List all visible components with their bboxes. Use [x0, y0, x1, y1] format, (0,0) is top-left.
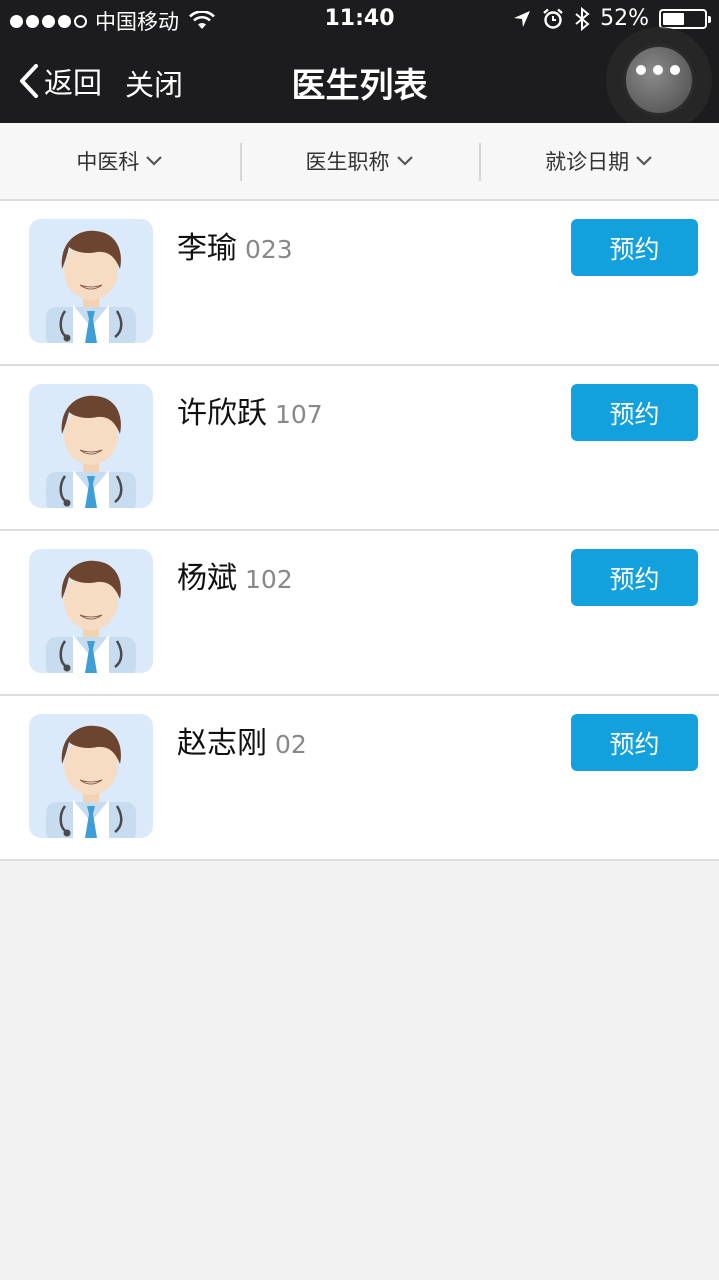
filter-label: 中医科 [76, 150, 140, 174]
doctor-id: 02 [275, 730, 307, 759]
doctor-avatar-icon [46, 725, 136, 838]
doctor-name-line: 杨斌 102 [177, 553, 293, 597]
floating-ball-icon [623, 44, 695, 116]
navigation-bar: 返回 关闭 医生列表 [0, 27, 719, 133]
doctor-avatar-icon [46, 395, 136, 508]
doctor-id: 023 [245, 235, 293, 264]
book-button[interactable]: 预约 [571, 714, 698, 771]
status-bar: 中国移动 11:40 52% [0, 0, 719, 40]
filter-bar: 中医科 医生职称 就诊日期 [0, 123, 719, 201]
doctor-avatar [29, 549, 153, 673]
list-item[interactable]: 李瑜 023 预约 [0, 201, 719, 366]
doctor-name: 李瑜 [177, 231, 237, 266]
filter-label: 就诊日期 [545, 150, 630, 174]
doctor-avatar [29, 384, 153, 508]
floating-menu-button[interactable] [606, 27, 712, 133]
doctor-name: 许欣跃 [177, 396, 267, 431]
location-arrow-icon [514, 10, 531, 27]
book-button[interactable]: 预约 [571, 549, 698, 606]
more-dots-icon [636, 65, 680, 75]
doctor-id: 107 [275, 400, 323, 429]
list-item[interactable]: 杨斌 102 预约 [0, 531, 719, 696]
chevron-down-icon [396, 156, 413, 166]
chevron-down-icon [636, 156, 652, 166]
status-right: 52% [512, 6, 711, 31]
book-button[interactable]: 预约 [571, 219, 698, 276]
doctor-id: 102 [245, 565, 293, 594]
doctor-name-line: 许欣跃 107 [177, 388, 323, 432]
battery-icon [659, 8, 711, 29]
filter-doctor-title[interactable]: 医生职称 [239, 123, 480, 199]
doctor-name: 杨斌 [177, 561, 237, 596]
doctor-name-line: 李瑜 023 [177, 223, 293, 267]
list-item[interactable]: 赵志刚 02 预约 [0, 696, 719, 861]
doctor-avatar-icon [46, 560, 136, 673]
doctor-list: 李瑜 023 预约 许欣跃 107 预约 杨斌 102 预约 赵志刚 02 预约 [0, 201, 719, 861]
filter-label: 医生职称 [305, 150, 390, 174]
list-item[interactable]: 许欣跃 107 预约 [0, 366, 719, 531]
battery-percent: 52% [600, 6, 649, 31]
chevron-down-icon [146, 156, 163, 166]
doctor-name-line: 赵志刚 02 [177, 718, 307, 762]
doctor-avatar [29, 219, 153, 343]
book-button[interactable]: 预约 [571, 384, 698, 441]
doctor-avatar-icon [46, 230, 136, 343]
bluetooth-icon [575, 6, 590, 31]
alarm-clock-icon [543, 8, 563, 29]
doctor-avatar [29, 714, 153, 838]
filter-department[interactable]: 中医科 [0, 123, 240, 199]
doctor-name: 赵志刚 [177, 726, 267, 761]
filter-visit-date[interactable]: 就诊日期 [479, 123, 719, 199]
